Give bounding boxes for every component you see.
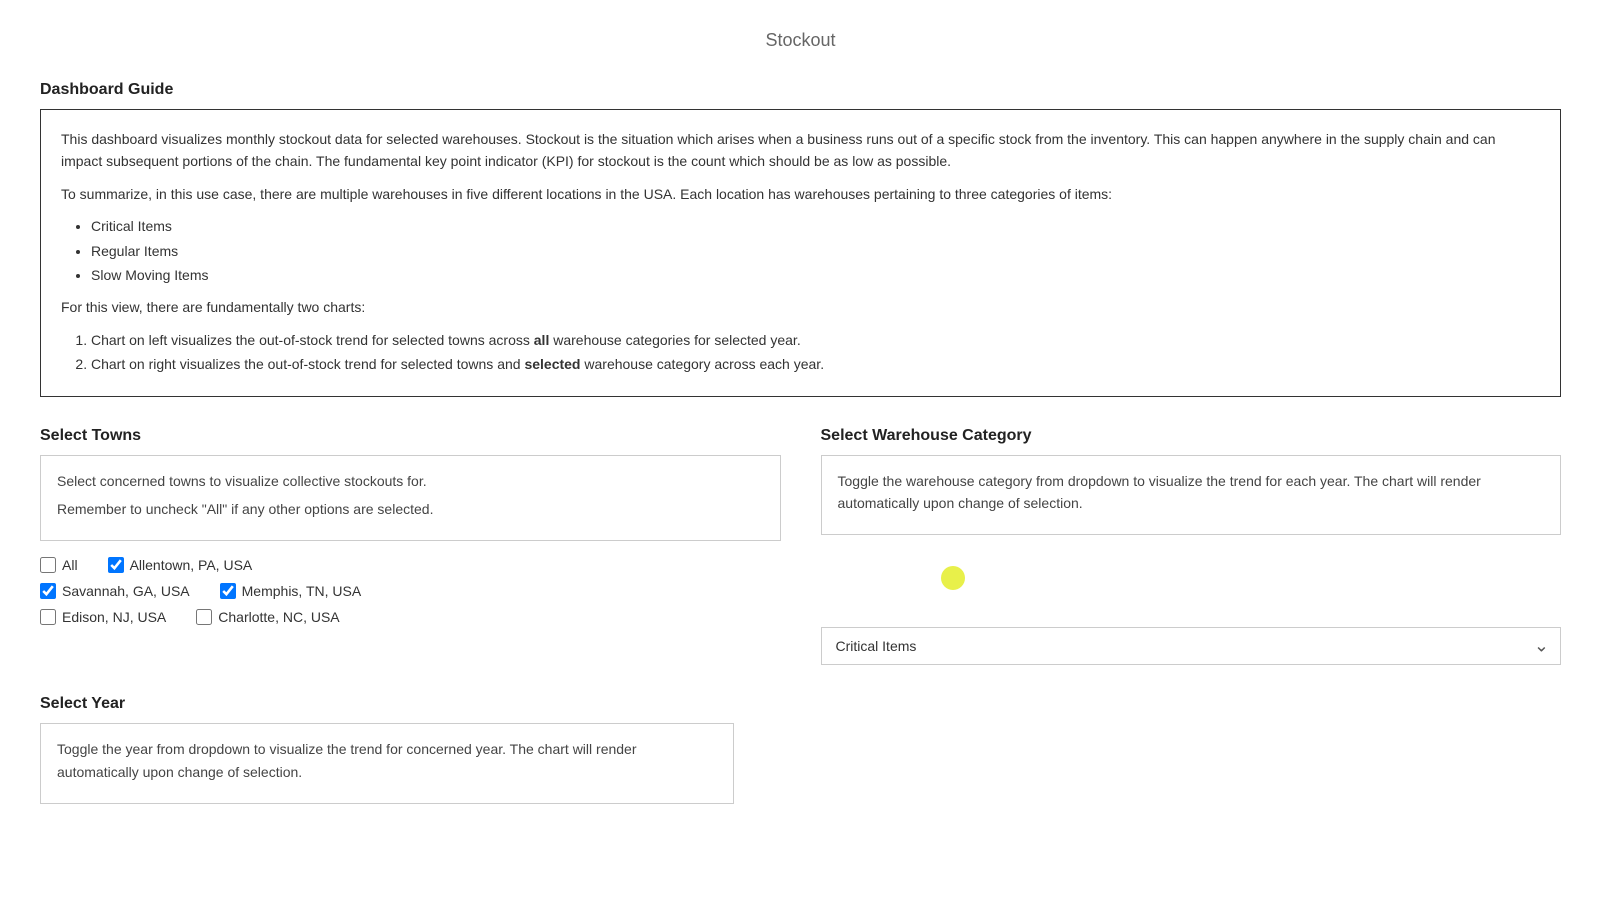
select-towns-description: Select concerned towns to visualize coll… — [40, 455, 781, 542]
checkbox-allentown-label: Allentown, PA, USA — [130, 557, 253, 573]
list-item-critical: Critical Items — [91, 215, 1540, 237]
warehouse-dropdown-wrapper: Critical Items Regular Items Slow Moving… — [821, 627, 1562, 665]
main-controls: Select Towns Select concerned towns to v… — [40, 427, 1561, 666]
towns-row-1: All Allentown, PA, USA — [40, 557, 781, 573]
chart1-bold-text: all — [534, 332, 550, 348]
towns-row-3: Edison, NJ, USA Charlotte, NC, USA — [40, 609, 781, 625]
cursor-area — [821, 551, 1562, 611]
dashboard-guide-para3: For this view, there are fundamentally t… — [61, 296, 1540, 318]
select-year-description: Toggle the year from dropdown to visuali… — [40, 723, 734, 804]
checkbox-all: All — [40, 557, 78, 573]
chart2-bold-text: selected — [524, 356, 580, 372]
towns-checkboxes: All Allentown, PA, USA Savannah, GA, USA… — [40, 557, 781, 625]
chart1-text-before: Chart on left visualizes the out-of-stoc… — [91, 332, 534, 348]
list-item-regular: Regular Items — [91, 240, 1540, 262]
chart2-text-after: warehouse category across each year. — [581, 356, 825, 372]
checkbox-all-input[interactable] — [40, 557, 56, 573]
chart2-description: Chart on right visualizes the out-of-sto… — [91, 353, 1540, 375]
select-year-desc-line1: Toggle the year from dropdown to visuali… — [57, 738, 717, 783]
cursor-indicator — [941, 566, 965, 590]
select-towns-heading: Select Towns — [40, 427, 781, 445]
warehouse-category-dropdown[interactable]: Critical Items Regular Items Slow Moving… — [821, 627, 1562, 665]
checkbox-allentown: Allentown, PA, USA — [108, 557, 253, 573]
checkbox-edison-input[interactable] — [40, 609, 56, 625]
dashboard-guide-charts-list: Chart on left visualizes the out-of-stoc… — [91, 329, 1540, 376]
checkbox-savannah-label: Savannah, GA, USA — [62, 583, 190, 599]
select-towns-section: Select Towns Select concerned towns to v… — [40, 427, 781, 666]
checkbox-charlotte-input[interactable] — [196, 609, 212, 625]
select-warehouse-section: Select Warehouse Category Toggle the war… — [821, 427, 1562, 666]
select-towns-desc-line1: Select concerned towns to visualize coll… — [57, 470, 764, 492]
page-title: Stockout — [40, 30, 1561, 51]
checkbox-savannah-input[interactable] — [40, 583, 56, 599]
select-year-section: Select Year Toggle the year from dropdow… — [40, 695, 1561, 804]
towns-row-2: Savannah, GA, USA Memphis, TN, USA — [40, 583, 781, 599]
dashboard-guide-heading: Dashboard Guide — [40, 81, 1561, 99]
checkbox-savannah: Savannah, GA, USA — [40, 583, 190, 599]
checkbox-memphis-label: Memphis, TN, USA — [242, 583, 362, 599]
checkbox-charlotte-label: Charlotte, NC, USA — [218, 609, 339, 625]
dashboard-guide-list: Critical Items Regular Items Slow Moving… — [91, 215, 1540, 286]
select-year-heading: Select Year — [40, 695, 1561, 713]
checkbox-memphis-input[interactable] — [220, 583, 236, 599]
checkbox-all-label: All — [62, 557, 78, 573]
checkbox-allentown-input[interactable] — [108, 557, 124, 573]
checkbox-charlotte: Charlotte, NC, USA — [196, 609, 339, 625]
select-towns-desc-line2: Remember to uncheck "All" if any other o… — [57, 498, 764, 520]
dashboard-guide-box: This dashboard visualizes monthly stocko… — [40, 109, 1561, 397]
select-warehouse-desc-line1: Toggle the warehouse category from dropd… — [838, 470, 1545, 515]
list-item-slow-moving: Slow Moving Items — [91, 264, 1540, 286]
checkbox-memphis: Memphis, TN, USA — [220, 583, 362, 599]
dashboard-guide-para2: To summarize, in this use case, there ar… — [61, 183, 1540, 205]
chart1-text-after: warehouse categories for selected year. — [549, 332, 800, 348]
chart1-description: Chart on left visualizes the out-of-stoc… — [91, 329, 1540, 351]
select-warehouse-description: Toggle the warehouse category from dropd… — [821, 455, 1562, 536]
select-warehouse-heading: Select Warehouse Category — [821, 427, 1562, 445]
dashboard-guide-para1: This dashboard visualizes monthly stocko… — [61, 128, 1540, 173]
chart2-text-before: Chart on right visualizes the out-of-sto… — [91, 356, 524, 372]
checkbox-edison-label: Edison, NJ, USA — [62, 609, 166, 625]
dashboard-guide-section: Dashboard Guide This dashboard visualize… — [40, 81, 1561, 397]
checkbox-edison: Edison, NJ, USA — [40, 609, 166, 625]
